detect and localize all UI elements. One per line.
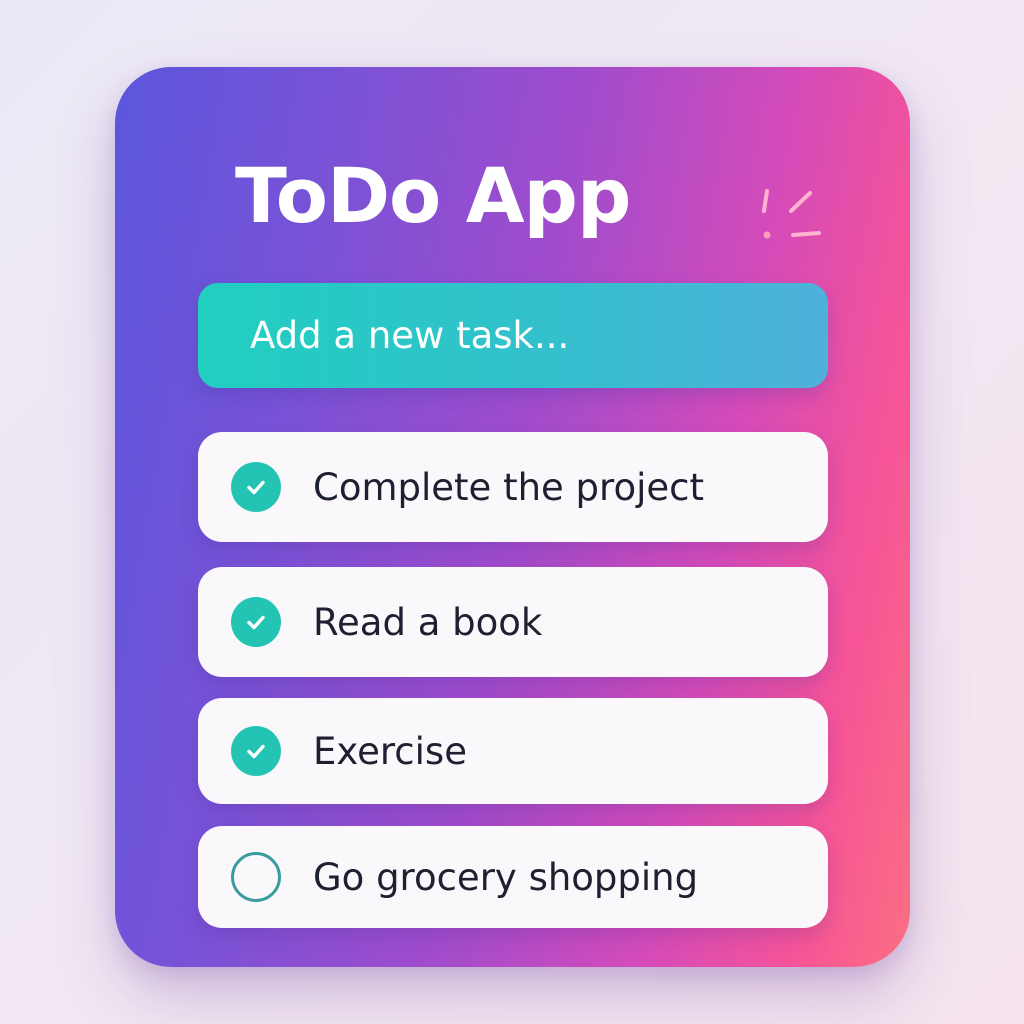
app-title: ToDo App [235, 151, 631, 240]
task-label: Complete the project [313, 465, 704, 509]
empty-circle-icon[interactable] [231, 852, 281, 902]
new-task-field[interactable] [198, 283, 828, 388]
todo-card: ToDo App Complete the project Read a boo… [115, 67, 910, 967]
task-label: Go grocery shopping [313, 855, 699, 899]
task-item[interactable]: Read a book [198, 567, 828, 677]
task-item[interactable]: Complete the project [198, 432, 828, 542]
task-label: Read a book [313, 600, 543, 644]
check-circle-icon[interactable] [231, 726, 281, 776]
sparkle-icon [762, 189, 821, 239]
task-item[interactable]: Go grocery shopping [198, 826, 828, 928]
task-item[interactable]: Exercise [198, 698, 828, 804]
new-task-input[interactable] [250, 314, 790, 357]
task-label: Exercise [313, 729, 467, 773]
check-circle-icon[interactable] [231, 597, 281, 647]
check-circle-icon[interactable] [231, 462, 281, 512]
